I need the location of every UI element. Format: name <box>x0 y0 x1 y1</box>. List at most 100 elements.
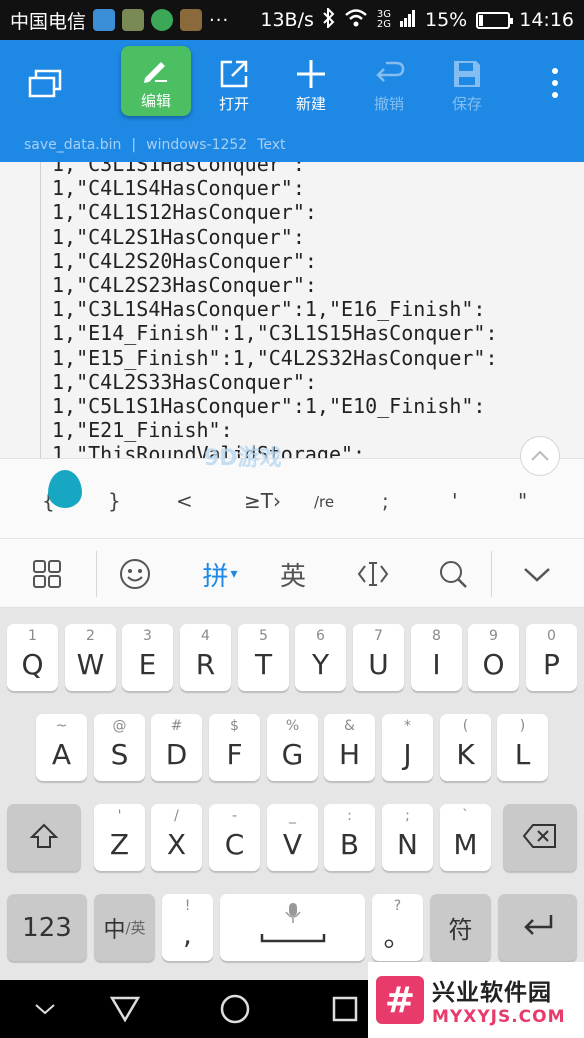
candidate-close-brace[interactable]: } <box>108 489 121 513</box>
key-e[interactable]: 3E <box>122 624 173 691</box>
hide-keyboard-icon[interactable] <box>510 539 564 609</box>
enter-key[interactable] <box>498 894 577 961</box>
site-watermark: 9D游戏 <box>204 446 282 471</box>
key-a[interactable]: ~ A <box>36 714 87 781</box>
logo-url: MYXYJS.COM <box>432 1007 566 1027</box>
app-notification-icon-1 <box>93 9 116 31</box>
key-q[interactable]: 1Q <box>7 624 58 691</box>
key-y[interactable]: 6Y <box>295 624 346 691</box>
editor-line[interactable]: 1,"C4L1S4HasConquer": <box>52 176 498 200</box>
carrier-name: 中国电信 <box>10 10 87 33</box>
key-n[interactable]: ; N <box>382 804 433 871</box>
lang-sub-label: /英 <box>125 919 146 937</box>
candidate-quote[interactable]: " <box>518 489 527 513</box>
editor-line[interactable]: 1,"C4L2S20HasConquer": <box>52 249 498 273</box>
nav-home-icon[interactable] <box>218 993 252 1025</box>
new-button[interactable]: 新建 <box>278 40 344 128</box>
backspace-icon <box>522 823 558 853</box>
key-l[interactable]: ) L <box>497 714 548 781</box>
key-v[interactable]: _ V <box>267 804 318 871</box>
cursor-move-icon[interactable] <box>346 539 400 609</box>
file-encoding[interactable]: windows-1252 <box>146 137 247 153</box>
editor-line[interactable]: 1,"C4L2S1HasConquer": <box>52 225 498 249</box>
editor-line[interactable]: 1,"E14_Finish":1,"C3L1S15HasConquer": <box>52 321 498 345</box>
english-mode-button[interactable]: 英 <box>266 539 320 609</box>
key-b[interactable]: :B <box>324 804 375 871</box>
key-w[interactable]: 2W <box>65 624 116 691</box>
grid-menu-icon[interactable] <box>22 539 72 609</box>
editor-content[interactable]: 1,"C3L1S1HasConquer": 1,"C4L1S4HasConquer… <box>52 162 498 458</box>
language-switch-key[interactable]: 中 /英 <box>94 894 155 961</box>
key-m[interactable]: ` M <box>440 804 491 871</box>
emoji-icon[interactable] <box>110 539 160 609</box>
nav-recents-icon[interactable] <box>328 993 362 1025</box>
edit-label: 编辑 <box>140 91 171 110</box>
key-c[interactable]: -C <box>209 804 260 871</box>
key-x[interactable]: / X <box>151 804 202 871</box>
search-icon[interactable] <box>426 539 480 609</box>
symbols-label: 符 <box>448 916 473 944</box>
editor-line[interactable]: 1,"C4L2S23HasConquer": <box>52 273 498 297</box>
candidate-4[interactable]: ≥T› <box>244 489 281 513</box>
edit-button[interactable]: 编辑 <box>121 46 191 116</box>
space-key[interactable] <box>220 894 365 961</box>
key-j[interactable]: * J <box>382 714 433 781</box>
network-speed: 13B/s <box>260 9 314 31</box>
period-key[interactable]: ?。 <box>372 894 423 961</box>
undo-button[interactable]: 撤销 <box>356 40 422 128</box>
backspace-key[interactable] <box>503 804 577 871</box>
wifi-icon <box>344 8 368 32</box>
candidate-5[interactable]: /re <box>314 493 334 511</box>
file-name[interactable]: save_data.bin <box>24 137 121 153</box>
overflow-menu-icon[interactable] <box>552 68 560 104</box>
save-label: 保存 <box>451 94 482 113</box>
edit-icon <box>141 52 171 90</box>
open-button[interactable]: 打开 <box>201 40 267 128</box>
battery-icon <box>476 11 514 29</box>
undo-label: 撤销 <box>373 94 404 113</box>
key-d[interactable]: # D <box>151 714 202 781</box>
editor-line[interactable]: 1,"E21_Finish": <box>52 418 498 442</box>
plus-icon <box>295 55 327 93</box>
undo-icon <box>372 55 406 93</box>
battery-percent: 15% <box>425 9 468 31</box>
comma-key[interactable]: !, <box>162 894 213 961</box>
tabs-button[interactable] <box>12 40 78 128</box>
key-z[interactable]: ' Z <box>94 804 145 871</box>
key-f[interactable]: $ F <box>209 714 260 781</box>
file-mode[interactable]: Text <box>257 137 285 153</box>
editor-line[interactable]: 1,"C4L2S33HasConquer": <box>52 370 498 394</box>
editor-line[interactable]: 1,"C3L1S1HasConquer": <box>52 162 498 176</box>
editor-line[interactable]: 1,"C3L1S4HasConquer":1,"E16_Finish": <box>52 297 498 321</box>
editor-line[interactable]: 1,"C5L1S1HasConquer":1,"E10_Finish": <box>52 394 498 418</box>
key-i[interactable]: 8I <box>411 624 462 691</box>
expand-up-icon[interactable] <box>520 436 560 476</box>
text-editor[interactable]: 1,"C3L1S1HasConquer": 1,"C4L1S4HasConquer… <box>0 162 584 458</box>
app-notification-icon-3 <box>151 9 174 31</box>
key-s[interactable]: @ S <box>94 714 145 781</box>
nav-down-icon[interactable] <box>28 993 62 1025</box>
key-o[interactable]: 9O <box>468 624 519 691</box>
key-u[interactable]: 7U <box>353 624 404 691</box>
candidate-apostrophe[interactable]: ' <box>452 489 458 513</box>
editor-line[interactable]: 1,"E15_Finish":1,"C4L2S32HasConquer": <box>52 346 498 370</box>
key-g[interactable]: % G <box>267 714 318 781</box>
shift-key[interactable] <box>7 804 81 871</box>
open-label: 打开 <box>218 94 249 113</box>
function-separator <box>96 551 97 597</box>
nav-back-icon[interactable] <box>108 993 142 1025</box>
pinyin-mode-button[interactable]: 拼 ▾ <box>190 539 250 609</box>
key-k[interactable]: (K <box>440 714 491 781</box>
symbols-key[interactable]: 符 <box>430 894 491 961</box>
key-t[interactable]: 5T <box>238 624 289 691</box>
key-r[interactable]: 4R <box>180 624 231 691</box>
candidate-semicolon[interactable]: ; <box>382 489 389 513</box>
numbers-key[interactable]: 123 <box>7 894 87 961</box>
key-h[interactable]: & H <box>324 714 375 781</box>
enter-icon <box>521 913 555 943</box>
candidate-less-than[interactable]: < <box>176 489 193 513</box>
editor-line[interactable]: 1,"C4L1S12HasConquer": <box>52 200 498 224</box>
key-p[interactable]: 0P <box>526 624 577 691</box>
save-button[interactable]: 保存 <box>434 40 500 128</box>
editor-gutter <box>40 162 41 458</box>
